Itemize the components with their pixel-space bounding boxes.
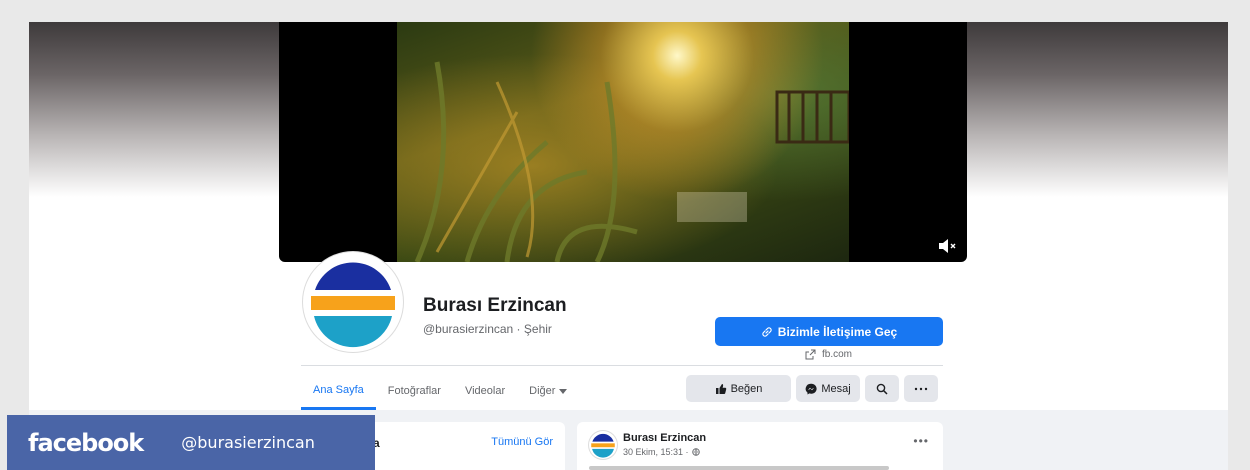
more-options-button[interactable] — [904, 375, 938, 402]
post-text-preview — [589, 466, 889, 470]
message-label: Mesaj — [821, 382, 851, 395]
page-title: Burası Erzincan — [423, 295, 567, 316]
scene-details — [414, 61, 849, 262]
more-icon — [914, 387, 928, 390]
post-time-text: 30 Ekim, 15:31 · — [623, 447, 689, 457]
post-author[interactable]: Burası Erzincan — [623, 432, 706, 444]
tab-videos[interactable]: Videolar — [453, 372, 517, 410]
watermark-handle: @burasierzincan — [181, 433, 315, 452]
tab-videos-label: Videolar — [464, 385, 506, 397]
website-link-label: fb.com — [822, 349, 853, 360]
message-button[interactable]: Mesaj — [796, 375, 860, 402]
page-logo-small — [591, 433, 615, 458]
thumbs-up-icon — [715, 383, 726, 394]
see-all-link[interactable]: Tümünü Gör — [491, 436, 553, 448]
tab-photos[interactable]: Fotoğraflar — [376, 372, 453, 410]
external-link-icon — [805, 349, 816, 360]
messenger-icon — [806, 383, 817, 394]
page-actions: Beğen Mesaj — [686, 375, 938, 402]
tab-photos-label: Fotoğraflar — [387, 385, 441, 397]
page-logo — [311, 262, 395, 348]
post-card: Burası Erzincan 30 Ekim, 15:31 · ••• — [577, 422, 943, 470]
page-frame: Burası Erzincan @burasierzincan · Şehir … — [29, 22, 1228, 470]
tab-more[interactable]: Diğer — [517, 372, 579, 410]
page-tabs: Ana Sayfa Fotoğraflar Videolar Diğer — [301, 372, 579, 410]
link-icon — [762, 326, 772, 337]
speaker-muted-icon[interactable] — [937, 238, 957, 254]
post-options-button[interactable]: ••• — [913, 434, 929, 448]
tab-home-label: Ana Sayfa — [313, 383, 364, 396]
like-label: Beğen — [730, 382, 763, 395]
post-timestamp[interactable]: 30 Ekim, 15:31 · — [623, 447, 700, 457]
like-button[interactable]: Beğen — [686, 375, 791, 402]
website-link[interactable]: fb.com — [805, 349, 852, 360]
contact-us-label: Bizimle İletişime Geç — [777, 324, 898, 339]
search-icon — [876, 383, 888, 395]
profile-picture[interactable] — [303, 252, 403, 352]
post-avatar[interactable] — [589, 431, 617, 459]
caret-down-icon — [559, 388, 568, 394]
tab-home[interactable]: Ana Sayfa — [301, 372, 376, 410]
page-handle: @burasierzincan · Şehir — [423, 322, 552, 336]
header-divider — [301, 365, 943, 366]
search-button[interactable] — [865, 375, 899, 402]
contact-us-button[interactable]: Bizimle İletişime Geç — [715, 317, 943, 346]
facebook-watermark-banner: facebook @burasierzincan — [7, 415, 375, 470]
globe-icon — [691, 448, 700, 456]
video-frame-image — [397, 22, 849, 262]
tab-more-label: Diğer — [529, 385, 556, 397]
facebook-logo: facebook — [28, 428, 144, 457]
cover-video[interactable] — [279, 22, 967, 262]
